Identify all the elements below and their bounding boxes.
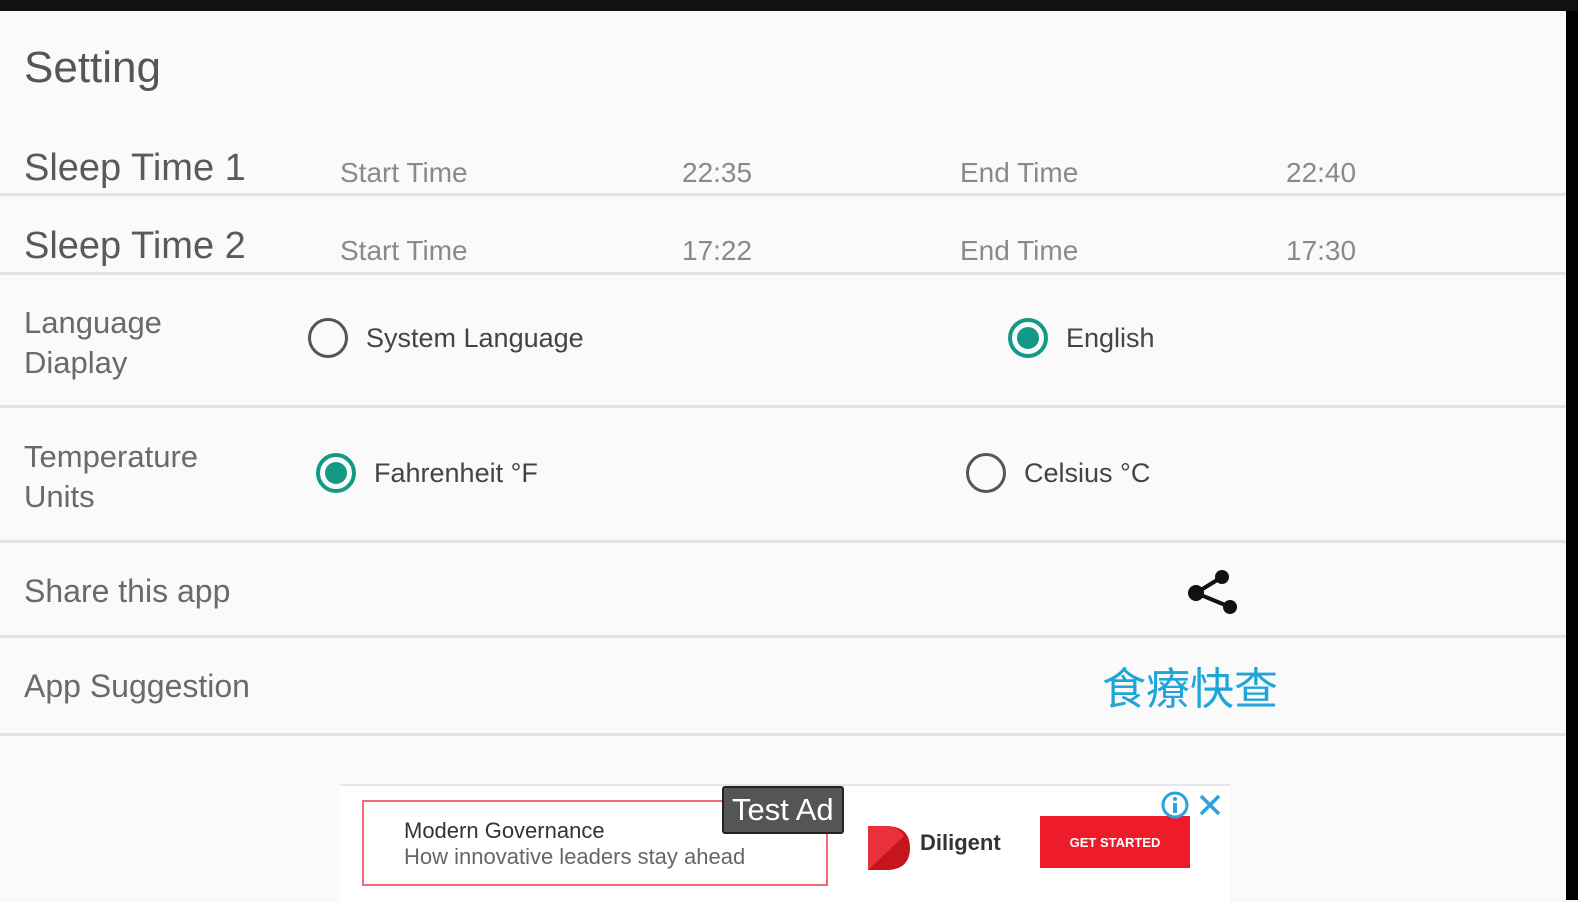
sleep-time-1-end-value[interactable]: 22:40	[1286, 157, 1356, 189]
divider	[0, 193, 1566, 196]
sleep-time-2-end-label: End Time	[960, 235, 1079, 266]
share-icon[interactable]	[1184, 567, 1240, 619]
page-title: Setting	[24, 43, 161, 92]
radio-circle[interactable]	[966, 453, 1006, 493]
divider	[0, 272, 1566, 275]
sleep-time-2-end-value[interactable]: 17:30	[1286, 235, 1356, 267]
language-label-line2: Diaplay	[24, 345, 128, 380]
radio-english-label: English	[1066, 322, 1155, 353]
radio-system-language[interactable]: System Language	[308, 318, 584, 358]
sleep-time-1-start-label: Start Time	[340, 157, 468, 188]
radio-english[interactable]: English	[1008, 318, 1155, 358]
language-label: Language Diaplay	[24, 303, 162, 383]
temperature-label-line2: Units	[24, 479, 95, 514]
diligent-logo-icon	[868, 826, 910, 870]
sleep-time-2-start-value[interactable]: 17:22	[682, 235, 752, 267]
app-suggestion-label: App Suggestion	[24, 668, 250, 704]
temperature-label: Temperature Units	[24, 437, 198, 517]
radio-circle-checked[interactable]	[316, 453, 356, 493]
divider	[0, 733, 1566, 736]
sleep-time-1-end-label: End Time	[960, 157, 1079, 188]
app-suggestion-link[interactable]: 食療快查	[1102, 653, 1278, 717]
close-icon[interactable]	[1196, 790, 1224, 820]
ad-subtitle: How innovative leaders stay ahead	[404, 844, 746, 869]
ad-title[interactable]: Modern Governance	[404, 818, 605, 844]
divider	[0, 405, 1566, 408]
radio-celsius-label: Celsius °C	[1024, 457, 1151, 488]
test-ad-badge: Test Ad	[722, 786, 844, 834]
radio-system-language-label: System Language	[366, 322, 584, 353]
ad-banner[interactable]: Modern Governance How innovative leaders…	[340, 784, 1230, 902]
sleep-time-2-label: Sleep Time 2	[24, 225, 246, 267]
radio-fahrenheit-label: Fahrenheit °F	[374, 457, 538, 488]
info-icon[interactable]	[1160, 790, 1190, 820]
divider	[0, 540, 1566, 543]
ad-brand-name: Diligent	[920, 830, 1001, 855]
screen-edge	[1566, 11, 1578, 900]
ad-cta-button[interactable]: GET STARTED	[1040, 816, 1190, 868]
radio-circle-checked[interactable]	[1008, 318, 1048, 358]
temperature-label-line1: Temperature	[24, 439, 199, 474]
radio-celsius[interactable]: Celsius °C	[966, 453, 1150, 493]
radio-fahrenheit[interactable]: Fahrenheit °F	[316, 453, 538, 493]
status-bar	[0, 0, 1578, 11]
divider	[0, 635, 1566, 638]
language-label-line1: Language	[24, 305, 162, 340]
sleep-time-1-start-value[interactable]: 22:35	[682, 157, 752, 189]
radio-circle[interactable]	[308, 318, 348, 358]
sleep-time-2-start-label: Start Time	[340, 235, 468, 266]
settings-screen: Setting Sleep Time 1 Start Time 22:35 En…	[0, 11, 1566, 902]
sleep-time-1-label: Sleep Time 1	[24, 147, 246, 189]
share-label: Share this app	[24, 573, 231, 609]
